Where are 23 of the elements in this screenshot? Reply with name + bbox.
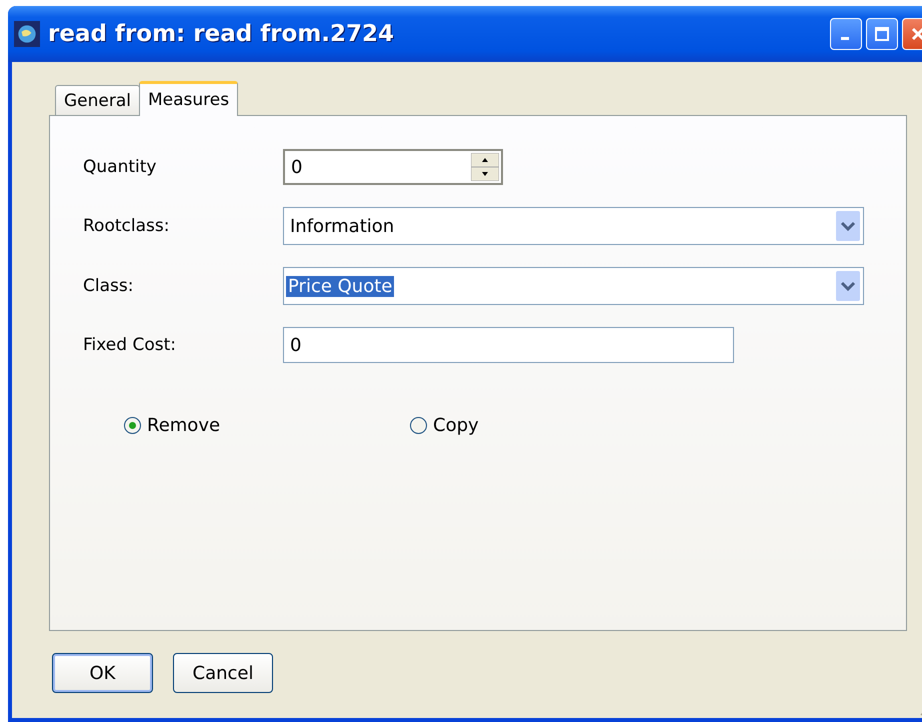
field-label: Fixed Cost: — [83, 335, 177, 355]
spin-up-icon[interactable] — [471, 153, 499, 167]
globe-icon — [14, 21, 40, 47]
tab[interactable]: Measures — [139, 81, 238, 116]
field-label: Rootclass: — [83, 216, 170, 236]
minimize-button[interactable] — [830, 18, 862, 50]
dialog-button[interactable]: Cancel — [173, 653, 273, 693]
spin-down-icon[interactable] — [471, 167, 499, 181]
dropdown[interactable]: Price Quote — [283, 267, 864, 305]
field-label: Class: — [83, 276, 134, 296]
radio-button[interactable] — [124, 417, 141, 434]
field-label: Quantity — [83, 157, 158, 177]
radio-label[interactable]: Remove — [147, 415, 220, 436]
dropdown[interactable]: Information — [283, 207, 864, 245]
maximize-icon[interactable] — [872, 24, 892, 44]
window-title: read from: read from.2724 — [48, 21, 396, 47]
tab[interactable]: General — [55, 85, 140, 115]
radio-button[interactable] — [410, 417, 427, 434]
maximize-button[interactable] — [866, 18, 898, 50]
dialog-button[interactable]: OK — [52, 653, 153, 693]
spin-field[interactable]: 0 — [283, 149, 503, 185]
radio-label[interactable]: Copy — [433, 415, 479, 436]
input-field[interactable]: 0 — [283, 327, 734, 363]
